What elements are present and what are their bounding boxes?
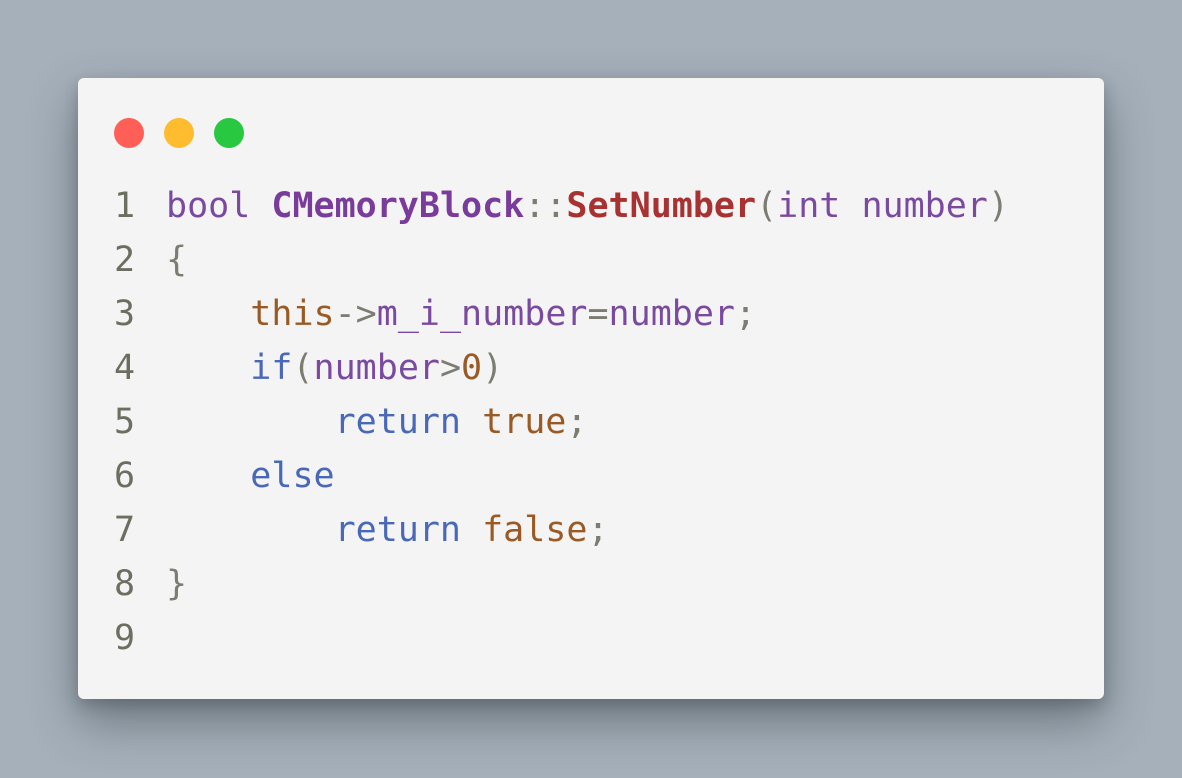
variable: number bbox=[313, 348, 440, 388]
if-keyword: if bbox=[250, 348, 293, 388]
close-paren: ) bbox=[482, 348, 504, 388]
code-line: 5 return true; bbox=[114, 395, 1009, 449]
greater-than-operator: > bbox=[439, 348, 462, 388]
code-line: 6 else bbox=[114, 449, 1009, 503]
maximize-dot-icon[interactable] bbox=[214, 118, 244, 148]
return-keyword: return bbox=[334, 510, 462, 550]
line-number: 3 bbox=[114, 294, 136, 334]
line-number: 1 bbox=[114, 186, 136, 226]
code-block: 1 bool CMemoryBlock::SetNumber(int numbe… bbox=[114, 179, 1009, 665]
code-text: bool CMemoryBlock::SetNumber(int number) bbox=[166, 179, 1009, 233]
member-variable: m_i_number bbox=[376, 294, 588, 334]
close-dot-icon[interactable] bbox=[114, 118, 144, 148]
line-number: 5 bbox=[114, 402, 136, 442]
code-line: 3 this->m_i_number=number; bbox=[114, 287, 1009, 341]
type-keyword: bool bbox=[166, 186, 251, 226]
function-name: SetNumber bbox=[566, 186, 757, 226]
param-name: number bbox=[861, 186, 988, 226]
boolean-literal: false bbox=[482, 510, 588, 550]
this-keyword: this bbox=[250, 294, 335, 334]
variable: number bbox=[608, 294, 735, 334]
return-keyword: return bbox=[334, 402, 462, 442]
code-text: return true; bbox=[166, 395, 588, 449]
line-number: 8 bbox=[114, 564, 136, 604]
code-line: 8 } bbox=[114, 557, 1009, 611]
close-brace: } bbox=[166, 564, 188, 604]
class-name: CMemoryBlock bbox=[271, 186, 525, 226]
semicolon: ; bbox=[566, 402, 588, 442]
line-number: 9 bbox=[114, 618, 136, 658]
open-paren: ( bbox=[756, 186, 778, 226]
code-line: 1 bool CMemoryBlock::SetNumber(int numbe… bbox=[114, 179, 1009, 233]
code-line: 4 if(number>0) bbox=[114, 341, 1009, 395]
code-text: if(number>0) bbox=[166, 341, 503, 395]
arrow-operator: -> bbox=[334, 294, 377, 334]
line-number: 2 bbox=[114, 240, 136, 280]
line-number: 4 bbox=[114, 348, 136, 388]
number-literal: 0 bbox=[461, 348, 483, 388]
code-line: 7 return false; bbox=[114, 503, 1009, 557]
code-window: 1 bool CMemoryBlock::SetNumber(int numbe… bbox=[78, 78, 1104, 699]
window-controls bbox=[114, 118, 244, 148]
open-brace: { bbox=[166, 240, 188, 280]
code-text: return false; bbox=[166, 503, 609, 557]
code-line: 2 { bbox=[114, 233, 1009, 287]
code-text: this->m_i_number=number; bbox=[166, 287, 756, 341]
boolean-literal: true bbox=[482, 402, 567, 442]
code-text: else bbox=[166, 449, 335, 503]
scope-operator: :: bbox=[524, 186, 567, 226]
minimize-dot-icon[interactable] bbox=[164, 118, 194, 148]
assign-operator: = bbox=[587, 294, 609, 334]
semicolon: ; bbox=[734, 294, 757, 334]
line-number: 7 bbox=[114, 510, 136, 550]
semicolon: ; bbox=[587, 510, 609, 550]
else-keyword: else bbox=[250, 456, 335, 496]
line-number: 6 bbox=[114, 456, 136, 496]
code-line: 9 bbox=[114, 611, 1009, 665]
open-paren: ( bbox=[292, 348, 314, 388]
close-paren: ) bbox=[987, 186, 1009, 226]
param-type: int bbox=[777, 186, 841, 226]
